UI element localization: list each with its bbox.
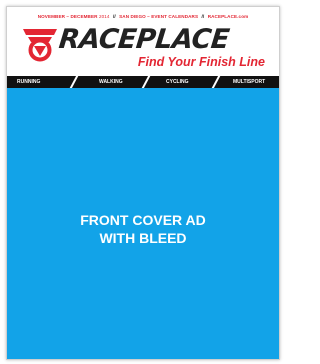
- nav-item-cycling[interactable]: CYCLING: [166, 76, 189, 88]
- issue-dates: NOVEMBER – DECEMBER: [37, 14, 98, 19]
- nav-item-walking[interactable]: WALKING: [99, 76, 123, 88]
- issue-year: 2014: [98, 14, 110, 19]
- issue-separator: //: [201, 14, 205, 19]
- nav-item-multisport[interactable]: MULTISPORT: [233, 76, 265, 88]
- wordmark: RACEPLACE: [57, 24, 231, 55]
- raceplace-shield-logo-icon: [23, 29, 57, 62]
- issue-site: RACEPLACE.com: [207, 14, 249, 19]
- nav-item-running[interactable]: RUNNING: [17, 76, 40, 88]
- tagline: Find Your Finish Line: [137, 55, 265, 69]
- issue-city-events: SAN DIEGO – EVENT CALENDARS: [119, 14, 199, 19]
- ad-text-line-1: FRONT COVER AD: [80, 212, 206, 228]
- magazine-cover: NOVEMBER – DECEMBER 2014 // SAN DIEGO – …: [6, 6, 280, 360]
- issue-line: NOVEMBER – DECEMBER 2014 // SAN DIEGO – …: [7, 14, 279, 19]
- category-nav-bar: RUNNING WALKING CYCLING MULTISPORT: [7, 74, 279, 90]
- ad-placeholder-text: FRONT COVER AD WITH BLEED: [7, 211, 279, 247]
- masthead: NOVEMBER – DECEMBER 2014 // SAN DIEGO – …: [7, 7, 279, 90]
- issue-separator: //: [112, 14, 116, 19]
- ad-text-line-2: WITH BLEED: [99, 230, 187, 246]
- front-cover-ad: FRONT COVER AD WITH BLEED: [7, 88, 279, 359]
